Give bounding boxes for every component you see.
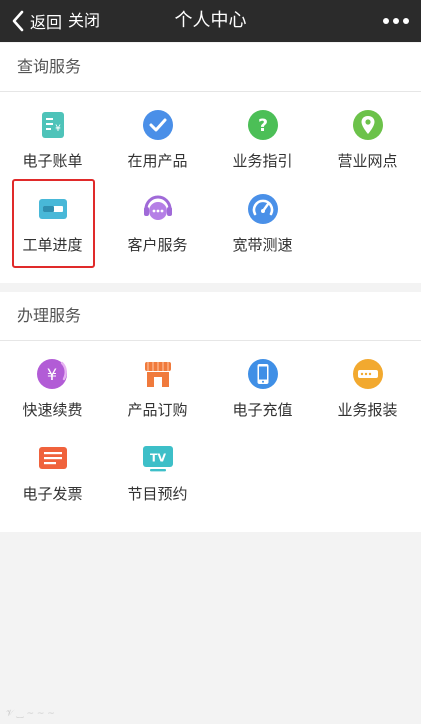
section-divider [0, 283, 421, 292]
help-circle-icon: ? [247, 110, 278, 140]
invoice-icon [38, 447, 67, 469]
tv-icon-glyph: TV [149, 452, 166, 465]
bill-icon: ¥ [41, 112, 64, 138]
page-title: 个人中心 [174, 10, 247, 31]
chevron-left-icon [8, 0, 28, 42]
service-tile-work-order-progress[interactable]: 工单进度 [0, 176, 105, 260]
more-dot-icon [403, 18, 409, 24]
tile-label: 宽带测速 [232, 236, 293, 254]
tile-label: 快速续费 [22, 401, 83, 419]
yen-coin-icon: ¥ [36, 359, 67, 389]
service-tile-installation-request[interactable]: 业务报装 [315, 341, 420, 425]
tile-label: 电子充值 [232, 401, 293, 419]
section-title: 办理服务 [0, 292, 421, 341]
svg-text:𝒱 ‿ ~ ~ ~: 𝒱 ‿ ~ ~ ~ [6, 709, 55, 718]
tile-label: 客户服务 [127, 236, 188, 254]
svg-text:?: ? [258, 116, 268, 136]
top-navigation-bar: 返回 关闭 个人中心 [0, 0, 421, 42]
service-tile-program-booking[interactable]: TV 节目预约 [105, 425, 210, 509]
service-tile-quick-renewal[interactable]: ¥ 快速续费 [0, 341, 105, 425]
more-dot-icon [383, 18, 389, 24]
svg-text:¥: ¥ [46, 365, 56, 384]
router-device-icon [352, 359, 383, 389]
tile-label: 营业网点 [337, 152, 398, 170]
tile-label: 业务报装 [337, 401, 398, 419]
close-button[interactable]: 关闭 [68, 0, 100, 42]
section-title: 查询服务 [0, 43, 421, 92]
more-menu-button[interactable] [383, 0, 409, 42]
headset-chat-icon [143, 195, 172, 220]
location-pin-icon [352, 110, 383, 140]
service-tile-e-bill[interactable]: ¥ 电子账单 [0, 92, 105, 176]
mobile-phone-icon [247, 359, 278, 389]
check-circle-icon [142, 110, 173, 140]
service-tile-e-invoice[interactable]: 电子发票 [0, 425, 105, 509]
service-tile-service-outlets[interactable]: 营业网点 [315, 92, 420, 176]
back-label: 返回 [30, 13, 63, 32]
more-dot-icon [393, 18, 399, 24]
query-services-section: 查询服务 ¥ 电子账单 在用产品 ? 业务指引 营业网点 工单进度 客户服务 宽… [0, 43, 421, 283]
progress-card-icon [38, 199, 67, 219]
storefront-icon [144, 362, 171, 387]
tv-icon: TV [142, 446, 173, 472]
service-tile-e-recharge[interactable]: 电子充值 [210, 341, 315, 425]
tile-label: 节目预约 [127, 485, 188, 503]
service-tile-business-guide[interactable]: ? 业务指引 [210, 92, 315, 176]
watermark: 𝒱 ‿ ~ ~ ~ [6, 706, 76, 721]
service-tile-broadband-speed-test[interactable]: 宽带测速 [210, 176, 315, 260]
service-tile-product-order[interactable]: 产品订购 [105, 341, 210, 425]
back-button[interactable]: 返回 [8, 0, 62, 42]
service-tile-products-in-use[interactable]: 在用产品 [105, 92, 210, 176]
speedometer-icon [247, 194, 278, 224]
tile-label: 在用产品 [127, 152, 188, 170]
tile-label: 电子发票 [22, 485, 83, 503]
svg-text:¥: ¥ [55, 124, 61, 134]
handling-services-section: 办理服务 ¥ 快速续费 产品订购 电子充值 业务报装 电子发票 TV 节目预约 [0, 292, 421, 532]
service-tile-customer-service[interactable]: 客户服务 [105, 176, 210, 260]
tile-label: 产品订购 [127, 401, 188, 419]
tile-label: 工单进度 [22, 236, 83, 254]
tile-label: 业务指引 [232, 152, 293, 170]
tile-label: 电子账单 [22, 152, 83, 170]
